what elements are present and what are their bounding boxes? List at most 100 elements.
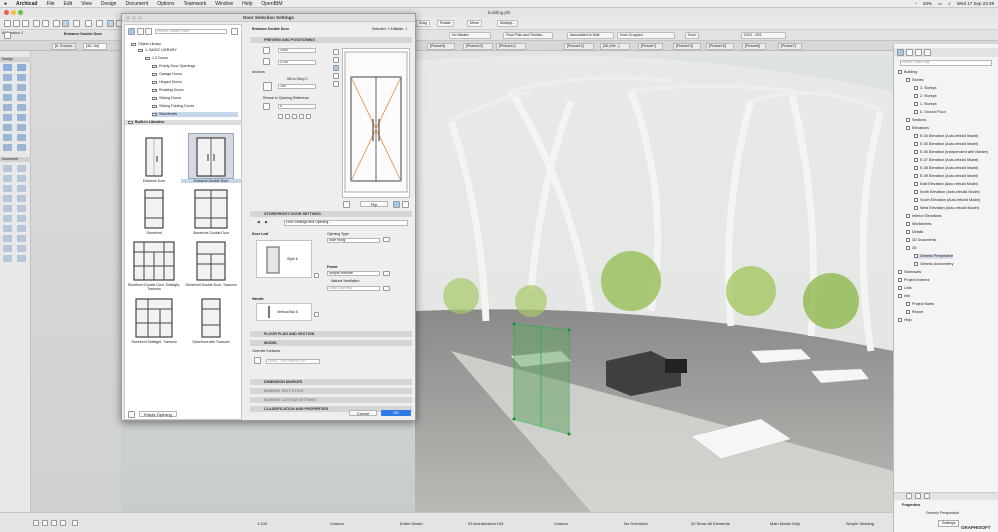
marker-custom-settings-header[interactable]: MARKER CUSTOM SETTINGS xyxy=(250,397,412,403)
project-map-icon[interactable] xyxy=(897,49,904,56)
lamp-tool-icon[interactable] xyxy=(3,144,12,151)
flip-button[interactable]: Flip xyxy=(360,201,388,207)
nav-item-lists[interactable]: Lists xyxy=(898,286,912,291)
plan-view-icon[interactable] xyxy=(333,49,339,55)
marker-text-style-header[interactable]: MARKER TEXT STYLE xyxy=(250,388,412,394)
info-view-icon[interactable] xyxy=(333,81,339,87)
graphic-override-dropdown[interactable]: No Overrides xyxy=(624,521,648,526)
thumb-entrance-door[interactable] xyxy=(133,136,175,178)
angle-dimension-tool-icon[interactable] xyxy=(17,255,26,262)
shading-dropdown[interactable]: Simple Shading xyxy=(846,521,874,526)
floorplan-section-header[interactable]: FLOOR PLAN AND SECTION xyxy=(250,331,412,337)
associated-dropdown[interactable]: Associated to Wall xyxy=(567,32,614,39)
tab-picture13[interactable]: [Picture13] xyxy=(673,43,701,50)
door-leaf-settings-icon[interactable] xyxy=(314,273,319,278)
section-view-icon[interactable] xyxy=(333,57,339,63)
battery-percent[interactable]: 63% xyxy=(923,1,932,7)
anchor-icon[interactable] xyxy=(263,82,272,91)
menu-file[interactable]: File xyxy=(46,1,54,7)
morph-tool-icon[interactable] xyxy=(17,134,26,141)
project-map-search[interactable]: Search Project Map xyxy=(900,60,992,66)
new-folder-icon[interactable] xyxy=(906,493,912,499)
menu-teamwork[interactable]: Teamwork xyxy=(183,1,206,7)
inject-icon[interactable] xyxy=(62,20,69,27)
menu-edit[interactable]: Edit xyxy=(64,1,73,7)
model-section-header[interactable]: MODEL xyxy=(250,340,412,346)
layers-icon[interactable] xyxy=(85,20,92,27)
surface-dropdown[interactable]: Wood - Pine Stained Ve... xyxy=(266,359,320,364)
tab-picture15[interactable]: [Picture15] xyxy=(706,43,734,50)
thumb-storefront-double-transom[interactable] xyxy=(190,240,232,282)
empty-opening-icon[interactable] xyxy=(128,411,135,418)
opening-type-dropdown[interactable]: Side Hung xyxy=(327,238,380,243)
tree-garage-doors[interactable]: Garage Doors xyxy=(152,72,182,77)
object-tool-icon[interactable] xyxy=(17,124,26,131)
search-icon[interactable]: ⌕ xyxy=(948,1,951,7)
column-tool-icon[interactable] xyxy=(17,64,26,71)
nav-item-e-09-elevation-auto-rebuild-model[interactable]: E-09 Elevation (Auto-rebuild Model) xyxy=(914,174,978,179)
curtain-wall-tool-icon[interactable] xyxy=(3,124,12,131)
tab-picture8[interactable]: [Picture8] xyxy=(742,43,766,50)
tree-doors[interactable]: 1.2 Doors xyxy=(145,56,168,61)
publisher-icon[interactable] xyxy=(924,49,931,56)
nav-item-2-storeys[interactable]: 2. Storeys xyxy=(914,94,937,99)
settings-button[interactable]: Settings xyxy=(938,520,960,527)
handle-preview[interactable]: Vertical Bar 6 xyxy=(256,303,312,321)
door-leaf-preview[interactable]: Style 6 xyxy=(256,240,312,278)
fill-tool-icon[interactable] xyxy=(3,185,12,192)
door-tool-icon[interactable] xyxy=(3,84,12,91)
open-side-right-icon[interactable] xyxy=(402,201,409,208)
nav-item-3d[interactable]: 3D xyxy=(906,246,917,251)
drawing-tool-icon[interactable] xyxy=(3,205,12,212)
nav-item-e-06-elevation-independent-with-marker[interactable]: E-06 Elevation (Independent with Marker) xyxy=(914,150,988,155)
magic-wand-icon[interactable] xyxy=(73,20,80,27)
nav-item-east-elevation-auto-rebuild-model[interactable]: East Elevation (Auto-rebuild Model) xyxy=(914,182,978,187)
polyline-tool-icon[interactable] xyxy=(17,195,26,202)
structural-display-dropdown[interactable]: Entire Model xyxy=(400,521,422,526)
position-c-icon[interactable] xyxy=(292,114,297,119)
nav-item-e-07-elevation-auto-rebuild-model[interactable]: E-07 Elevation (Auto-rebuild Model) xyxy=(914,158,978,163)
properties-header[interactable]: Properties xyxy=(902,503,920,508)
thumb-entrance-double-door[interactable] xyxy=(188,133,234,179)
selected-door[interactable] xyxy=(512,322,571,436)
nav-item-details[interactable]: Details xyxy=(906,230,923,235)
nav-item-project-notes[interactable]: Project Notes xyxy=(906,302,934,307)
thumb-storefront-sidelight-transom[interactable] xyxy=(133,297,175,339)
ok-button[interactable]: OK xyxy=(381,410,411,416)
section-tool-icon[interactable] xyxy=(17,205,26,212)
slab-tool-icon[interactable] xyxy=(17,74,26,81)
nav-item-project-indexes[interactable]: Project Indexes xyxy=(898,278,929,283)
empty-opening-button[interactable]: Empty Opening xyxy=(139,411,177,417)
settings-gear-icon[interactable] xyxy=(231,28,238,35)
open-icon[interactable] xyxy=(4,20,11,27)
zoom-out-icon[interactable] xyxy=(42,520,48,526)
fit-window-icon[interactable] xyxy=(60,520,66,526)
redo-icon[interactable] xyxy=(42,20,49,27)
handle-settings-icon[interactable] xyxy=(314,312,319,317)
line-tool-icon[interactable] xyxy=(17,185,26,192)
minimize-window-icon[interactable] xyxy=(11,10,16,15)
multiply-button[interactable]: Multiply... xyxy=(497,20,518,27)
nav-item-e-08-elevation-auto-rebuild-model[interactable]: E-08 Elevation (Auto-rebuild Model) xyxy=(914,166,978,171)
marker-dropdown[interactable]: No Marker xyxy=(449,32,491,39)
nav-item-generic-axonometry[interactable]: Generic Axonometry xyxy=(914,262,953,267)
zoom-window-icon[interactable] xyxy=(18,10,23,15)
detail-tool-icon[interactable] xyxy=(17,215,26,222)
position-e-icon[interactable] xyxy=(306,114,311,119)
undo-icon[interactable] xyxy=(33,20,40,27)
zone-tool-icon[interactable] xyxy=(17,114,26,121)
nav-item-0-ground-floor[interactable]: 0. Ground Floor xyxy=(914,110,946,115)
zoom-in-icon[interactable] xyxy=(51,520,57,526)
position-d-icon[interactable] xyxy=(299,114,304,119)
menu-view[interactable]: View xyxy=(81,1,92,7)
nav-item-generic-perspective[interactable]: Generic Perspective xyxy=(914,254,954,259)
nav-item-3-storeys[interactable]: 3. Storeys xyxy=(914,86,937,91)
menu-help[interactable]: Help xyxy=(242,1,252,7)
prev-page-icon[interactable]: ◀ xyxy=(256,221,260,226)
dimension-marker-header[interactable]: DIMENSION MARKER xyxy=(250,379,412,385)
menu-window[interactable]: Window xyxy=(215,1,233,7)
tab-picture7a[interactable]: [Picture7] xyxy=(638,43,663,50)
settings-page-dropdown[interactable]: Door Settings and Opening... xyxy=(284,220,408,226)
camera-tool-icon[interactable] xyxy=(3,245,12,252)
nav-item-sections[interactable]: Sections xyxy=(906,118,926,123)
